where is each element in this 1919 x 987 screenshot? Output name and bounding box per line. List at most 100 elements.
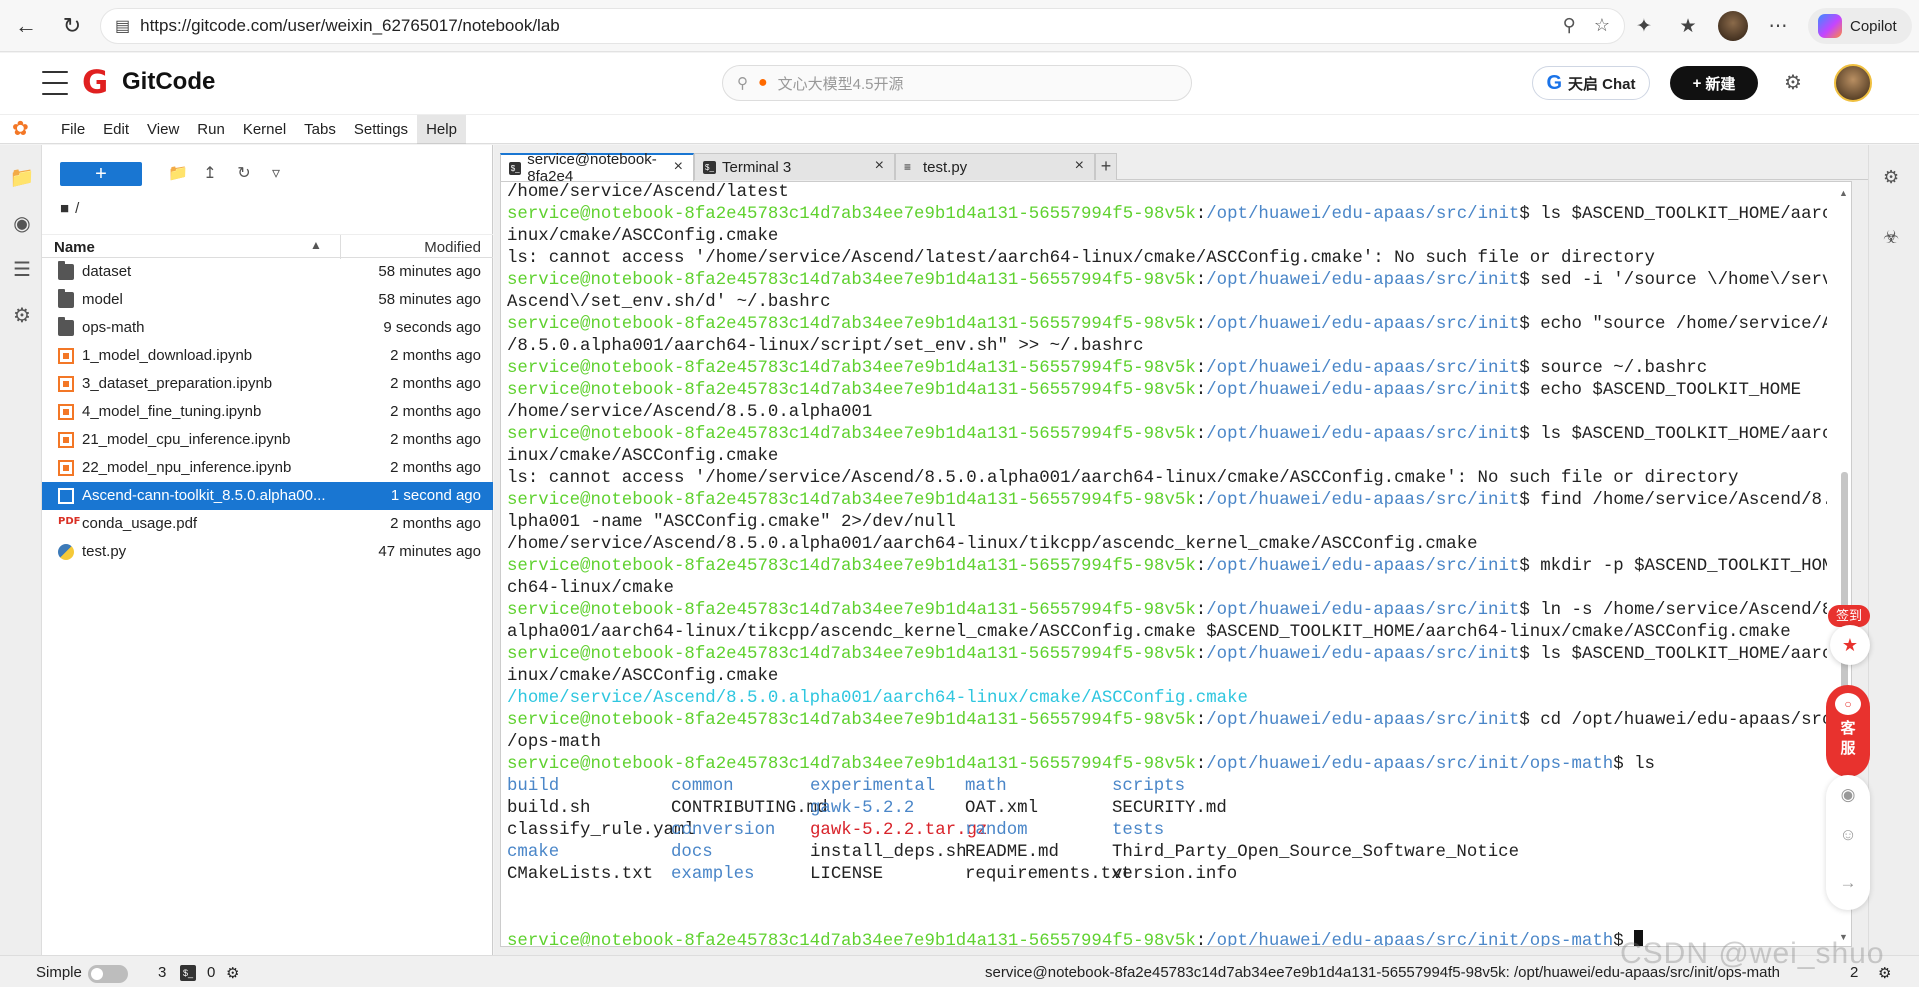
filter-icon[interactable]: ▿ (264, 162, 288, 186)
column-modified-header[interactable]: Modified (340, 235, 493, 259)
menu-view[interactable]: View (138, 115, 188, 144)
file-modified: 2 months ago (390, 347, 481, 364)
main-dock: $_ service@notebook-8fa2e4 × $_ Terminal… (494, 145, 1868, 955)
close-icon[interactable]: × (674, 158, 683, 176)
customer-service-button[interactable]: ○ 客 服 (1826, 685, 1870, 777)
new-button[interactable]: + 新建 (1670, 66, 1758, 100)
file-row[interactable]: PDF conda_usage.pdf 2 months ago (42, 510, 493, 538)
file-browser-toolbar: + 📁 ↥ ↻ ▿ (42, 145, 493, 203)
tab-terminal-3[interactable]: $_ Terminal 3 × (694, 153, 895, 180)
terminal-line: lpha001 -name "ASCConfig.cmake" 2>/dev/n… (507, 513, 956, 532)
tab-label: service@notebook-8fa2e4 (527, 151, 657, 185)
terminal-line: service@notebook-8fa2e45783c14d7ab34ee7e… (507, 381, 1802, 400)
file-row[interactable]: ops-math 9 seconds ago (42, 314, 493, 342)
file-row[interactable]: 4_model_fine_tuning.ipynb 2 months ago (42, 398, 493, 426)
hamburger-menu-icon[interactable] (42, 71, 68, 95)
toc-list-icon[interactable]: ☰ (10, 257, 34, 281)
menu-tabs[interactable]: Tabs (295, 115, 345, 144)
terminal-line: /ops-math (507, 733, 601, 752)
zoom-icon[interactable]: ⚲ (1563, 15, 1576, 36)
address-bar[interactable]: ▤ https://gitcode.com/user/weixin_627650… (100, 8, 1625, 44)
extensions-icon[interactable]: ✦ (1630, 8, 1658, 44)
file-name: model (82, 291, 123, 308)
terminal-line: service@notebook-8fa2e45783c14d7ab34ee7e… (507, 491, 1827, 510)
tab-test-py[interactable]: ≡ test.py × (895, 153, 1095, 180)
breadcrumb[interactable]: ■ / (60, 200, 79, 217)
file-row[interactable]: 21_model_cpu_inference.ipynb 2 months ago (42, 426, 493, 454)
sign-in-badge[interactable]: 签到 (1828, 605, 1870, 627)
column-name-header[interactable]: Name (54, 239, 95, 256)
running-icon[interactable]: ◉ (10, 211, 34, 235)
notebook-icon (58, 460, 74, 476)
folder-icon (58, 317, 74, 336)
terminal-panel[interactable]: /home/service/Ascend/latest service@noteb… (500, 181, 1852, 947)
new-folder-icon[interactable]: 📁 (166, 162, 190, 186)
favorite-star-icon[interactable]: ☆ (1594, 15, 1610, 36)
terminal-line: alpha001/aarch64-linux/tikcpp/ascendc_ke… (507, 623, 1791, 642)
terminal-line: /8.5.0.alpha001/aarch64-linux/script/set… (507, 337, 1144, 356)
ls-entry: Third_Party_Open_Source_Software_Notice (1112, 843, 1520, 862)
copilot-button[interactable]: Copilot (1808, 8, 1912, 44)
file-modified: 47 minutes ago (378, 543, 481, 560)
kernel-count: 0 (207, 964, 216, 981)
menu-help[interactable]: Help (417, 114, 466, 144)
upload-icon[interactable]: ↥ (198, 162, 222, 186)
history-icon[interactable]: ◉ (1838, 785, 1858, 805)
notebook-icon (58, 432, 74, 448)
ls-entry: install_deps.sh (810, 843, 967, 862)
refresh-icon[interactable]: ↻ (232, 162, 256, 186)
debugger-bug-icon[interactable]: ☣ (1883, 227, 1899, 248)
scroll-up-icon[interactable]: ▲ (1839, 188, 1848, 198)
file-row[interactable]: test.py 47 minutes ago (42, 538, 493, 566)
property-inspector-icon[interactable]: ⚙ (1883, 167, 1899, 188)
simple-mode-toggle[interactable] (88, 965, 128, 983)
trophy-icon[interactable]: ★ (1830, 625, 1870, 665)
menu-settings[interactable]: Settings (345, 115, 417, 144)
back-icon[interactable]: ← (6, 6, 46, 46)
ls-entry: CMakeLists.txt (507, 865, 654, 884)
file-modified: 2 months ago (390, 515, 481, 532)
notebook-icon (58, 376, 74, 392)
more-options-icon[interactable]: ⋯ (1764, 8, 1792, 44)
kernel-status-icon[interactable]: ⚙ (226, 964, 239, 982)
menu-file[interactable]: File (52, 115, 94, 144)
terminal-line: Ascend\/set_env.sh/d' ~/.bashrc (507, 293, 831, 312)
user-avatar[interactable] (1834, 64, 1872, 102)
reload-icon[interactable]: ↻ (52, 6, 92, 46)
menu-kernel[interactable]: Kernel (234, 115, 295, 144)
favorites-icon[interactable]: ★ (1674, 8, 1702, 44)
arrow-right-icon[interactable]: → (1838, 873, 1858, 893)
terminal-line: inux/cmake/ASCConfig.cmake (507, 447, 779, 466)
add-tab-button[interactable]: + (1095, 153, 1117, 180)
folder-icon[interactable]: 📁 (10, 165, 35, 189)
browser-profile-avatar[interactable] (1718, 11, 1748, 41)
file-modified: 2 months ago (390, 459, 481, 476)
search-icon: ⚲ (737, 75, 748, 92)
file-name: test.py (82, 543, 127, 560)
menu-edit[interactable]: Edit (94, 115, 138, 144)
menu-run[interactable]: Run (188, 115, 234, 144)
site-info-icon[interactable]: ▤ (115, 16, 130, 36)
tianqi-chat-button[interactable]: G 天启 Chat (1532, 66, 1650, 100)
site-search-input[interactable]: ⚲ ● 文心大模型4.5开源 (722, 65, 1192, 101)
terminal-line: ls: cannot access '/home/service/Ascend/… (507, 469, 1739, 488)
close-icon[interactable]: × (875, 157, 884, 175)
smiley-icon[interactable]: ☺ (1838, 825, 1858, 845)
terminal-line: service@notebook-8fa2e45783c14d7ab34ee7e… (507, 205, 1827, 224)
new-launcher-button[interactable]: + (60, 162, 142, 186)
terminal-line: inux/cmake/ASCConfig.cmake (507, 667, 779, 686)
file-row[interactable]: Ascend-cann-toolkit_8.5.0.alpha00... 1 se… (42, 482, 493, 510)
extension-puzzle-icon[interactable]: ⚙ (10, 303, 34, 327)
notification-bell-icon[interactable]: ⚙ (1784, 70, 1802, 95)
close-icon[interactable]: × (1075, 157, 1084, 175)
new-button-label: 新建 (1705, 75, 1736, 93)
gitcode-logo[interactable]: G GitCode (82, 66, 215, 98)
terminal-line: service@notebook-8fa2e45783c14d7ab34ee7e… (507, 601, 1827, 620)
file-row[interactable]: model 58 minutes ago (42, 286, 493, 314)
file-row[interactable]: 3_dataset_preparation.ipynb 2 months ago (42, 370, 493, 398)
file-row[interactable]: dataset 58 minutes ago (42, 258, 493, 286)
file-row[interactable]: 22_model_npu_inference.ipynb 2 months ago (42, 454, 493, 482)
file-name: ops-math (82, 319, 145, 336)
file-row[interactable]: 1_model_download.ipynb 2 months ago (42, 342, 493, 370)
tab-terminal-service[interactable]: $_ service@notebook-8fa2e4 × (500, 151, 694, 185)
